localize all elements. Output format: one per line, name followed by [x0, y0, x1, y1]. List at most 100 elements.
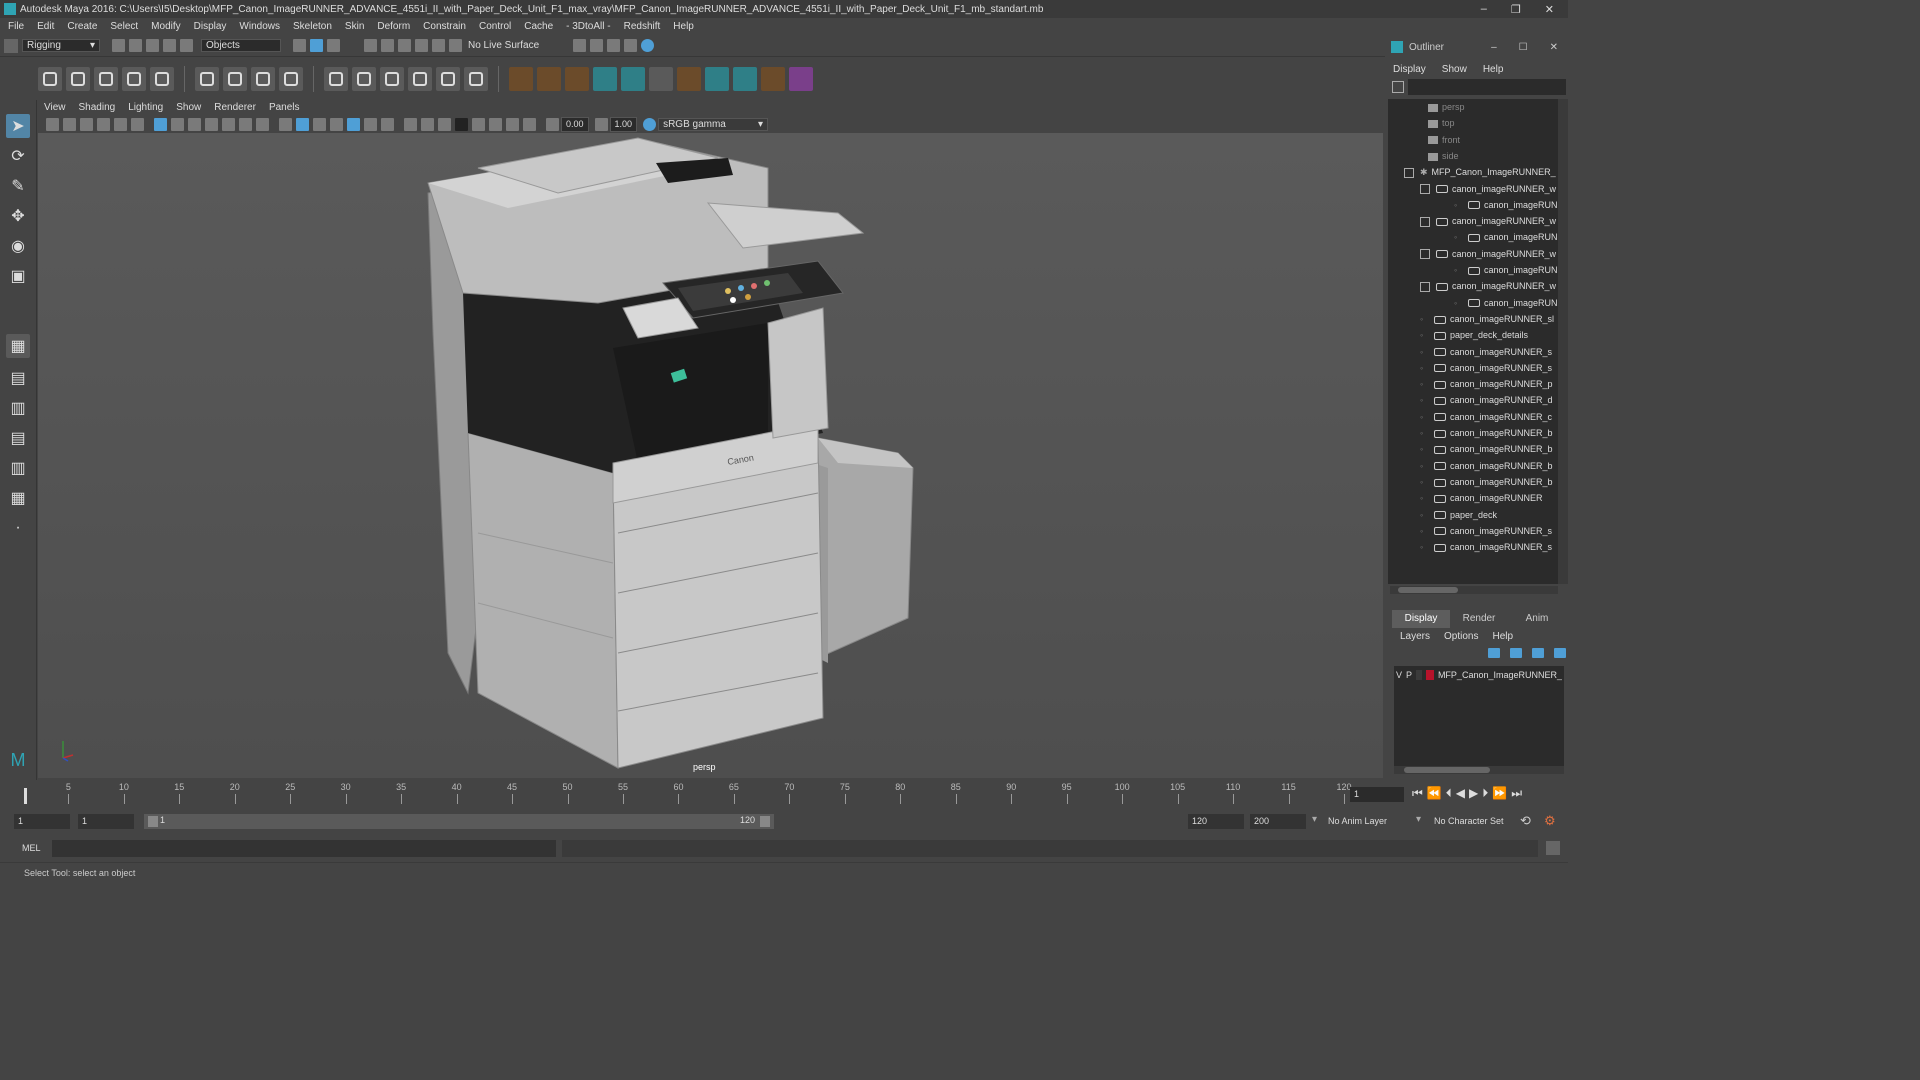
persp-hypershade-layout-icon[interactable]: ▦	[6, 486, 30, 510]
layer-display-type[interactable]	[1416, 670, 1422, 680]
redo-icon[interactable]	[180, 39, 193, 52]
field-chart-icon[interactable]	[222, 117, 235, 131]
chevron-down-icon[interactable]: ▾	[1312, 814, 1317, 825]
script-editor-icon[interactable]	[1546, 841, 1560, 855]
render-settings-icon[interactable]	[624, 39, 638, 52]
outliner-item[interactable]: ◦ canon_imageRUNNER_s	[1420, 523, 1552, 539]
command-input[interactable]	[52, 840, 556, 857]
maya-script-3-icon[interactable]	[733, 66, 757, 91]
safe-title-icon[interactable]	[256, 117, 269, 131]
current-time-indicator[interactable]	[24, 788, 27, 804]
outliner-item[interactable]: ◦ canon_imageRUNNER_sl	[1420, 311, 1554, 327]
multisample-aa-icon[interactable]	[438, 117, 451, 131]
character-set-dropdown[interactable]: No Character Set	[1430, 814, 1520, 829]
menu-windows[interactable]: Windows	[239, 21, 280, 32]
outliner-item[interactable]: ◦ canon_imageRUNNER_s	[1420, 360, 1552, 376]
outliner-item[interactable]: ◦ paper_deck	[1420, 507, 1497, 523]
grease-pencil-icon[interactable]	[131, 117, 144, 131]
layer-menu-layers[interactable]: Layers	[1400, 629, 1430, 645]
play-backward-icon[interactable]: ◀	[1456, 786, 1465, 801]
collapse-icon[interactable]	[1420, 184, 1430, 195]
select-hierarchy-icon[interactable]	[293, 39, 306, 52]
maya-script-2-icon[interactable]	[621, 66, 645, 91]
aim-constraint-icon[interactable]	[380, 66, 404, 91]
layer-visibility-toggle[interactable]: V	[1396, 670, 1402, 680]
go-to-end-icon[interactable]: ⏭	[1511, 786, 1522, 801]
default-material-icon[interactable]	[313, 117, 326, 131]
menu-deform[interactable]: Deform	[377, 21, 410, 32]
menu-skeleton[interactable]: Skeleton	[293, 21, 332, 32]
misc-tool-icon[interactable]	[649, 66, 673, 91]
anim-prefs-icon[interactable]: ⚙	[1544, 813, 1556, 829]
outliner-menu-display[interactable]: Display	[1393, 64, 1426, 75]
camera-select-icon[interactable]	[46, 117, 59, 131]
insert-joint-icon[interactable]	[122, 66, 146, 91]
ik-handle-icon[interactable]	[66, 66, 90, 91]
anim-layer-dropdown[interactable]: No Anim Layer	[1324, 814, 1428, 829]
outliner-item[interactable]: ◦ paper_deck_details	[1420, 327, 1528, 343]
outliner-item[interactable]: canon_imageRUNNER_w	[1420, 181, 1556, 197]
outliner-item[interactable]: ◦ canon_imageRUNNE	[1454, 262, 1558, 278]
lasso-tool-icon[interactable]: ⟳	[6, 144, 30, 168]
auto-key-icon[interactable]: ⟲	[1520, 813, 1531, 829]
safe-action-icon[interactable]	[239, 117, 252, 131]
ik-spline-icon[interactable]	[94, 66, 118, 91]
mirror-joint-icon[interactable]	[150, 66, 174, 91]
menu-select[interactable]: Select	[110, 21, 138, 32]
menu-skin[interactable]: Skin	[345, 21, 364, 32]
outliner-camera-item[interactable]: front	[1428, 132, 1460, 148]
use-all-lights-icon[interactable]	[364, 117, 377, 131]
selection-mode-dropdown[interactable]: Objects	[201, 39, 281, 52]
menu-modify[interactable]: Modify	[151, 21, 180, 32]
camera-attributes-icon[interactable]	[63, 117, 76, 131]
outliner-item[interactable]: ◦ canon_imageRUNNER_d	[1420, 392, 1553, 408]
brush-tool-icon[interactable]	[705, 66, 729, 91]
range-slider[interactable]: 1 120	[144, 814, 774, 829]
depth-of-field-icon[interactable]	[455, 117, 468, 131]
mode-dropdown[interactable]: Rigging ▾	[22, 39, 100, 52]
exposure-field[interactable]: 0.00	[561, 116, 589, 132]
chevron-down-icon[interactable]: ▾	[1416, 814, 1421, 825]
lattice-icon[interactable]	[251, 66, 275, 91]
layout-menu-icon[interactable]: ·	[6, 516, 30, 540]
tab-render[interactable]: Render	[1450, 610, 1508, 628]
collapse-icon[interactable]	[1420, 216, 1430, 227]
new-empty-layer-icon[interactable]	[1532, 648, 1544, 658]
motion-blur-icon[interactable]	[421, 117, 434, 131]
open-scene-icon[interactable]	[129, 39, 142, 52]
tab-display[interactable]: Display	[1392, 610, 1450, 628]
viewport-menu-lighting[interactable]: Lighting	[128, 102, 163, 113]
restore-icon[interactable]: ❐	[1511, 3, 1521, 16]
joint-tool-icon[interactable]	[38, 66, 62, 91]
outliner-search-input[interactable]	[1408, 79, 1566, 95]
menu-help[interactable]: Help	[673, 21, 694, 32]
rotate-tool-icon[interactable]: ◉	[6, 234, 30, 258]
undo-icon[interactable]	[163, 39, 176, 52]
viewport-menu-view[interactable]: View	[44, 102, 66, 113]
outliner-menu-help[interactable]: Help	[1483, 64, 1504, 75]
scale-tool-icon[interactable]: ▣	[6, 264, 30, 288]
outliner-root-item[interactable]: ✱ MFP_Canon_ImageRUNNER_	[1404, 164, 1556, 180]
outliner-item[interactable]: ◦ canon_imageRUNNER_s	[1420, 344, 1552, 360]
bookmark-icon[interactable]	[80, 117, 93, 131]
persp-graph-layout-icon[interactable]: ▥	[6, 456, 30, 480]
paint-weights-icon[interactable]	[223, 66, 247, 91]
outliner-item[interactable]: canon_imageRUNNER_w	[1420, 213, 1556, 229]
select-component-icon[interactable]	[327, 39, 340, 52]
outliner-item[interactable]: ◦ canon_imageRUNNE	[1454, 229, 1558, 245]
menu-display[interactable]: Display	[194, 21, 227, 32]
persp-outliner-layout-icon[interactable]: ▤	[6, 426, 30, 450]
step-back-frame-icon[interactable]: ⏴	[1446, 786, 1452, 801]
playback-end-field[interactable]: 120	[1188, 814, 1244, 829]
hypershade-icon[interactable]	[641, 39, 655, 52]
gamma-icon[interactable]	[594, 117, 608, 131]
snap-grid-icon[interactable]	[364, 39, 377, 52]
outliner-item[interactable]: ◦ canon_imageRUNNER_b	[1420, 441, 1553, 457]
quad-layout-icon[interactable]: ▦	[6, 334, 30, 358]
snap-surface-icon[interactable]	[432, 39, 445, 52]
close-icon[interactable]: ✕	[1550, 42, 1558, 53]
menu-create[interactable]: Create	[67, 21, 97, 32]
outliner-item[interactable]: ◦ canon_imageRUNNER_b	[1420, 425, 1553, 441]
locator-icon[interactable]	[509, 66, 533, 91]
menu-redshift[interactable]: Redshift	[624, 21, 661, 32]
